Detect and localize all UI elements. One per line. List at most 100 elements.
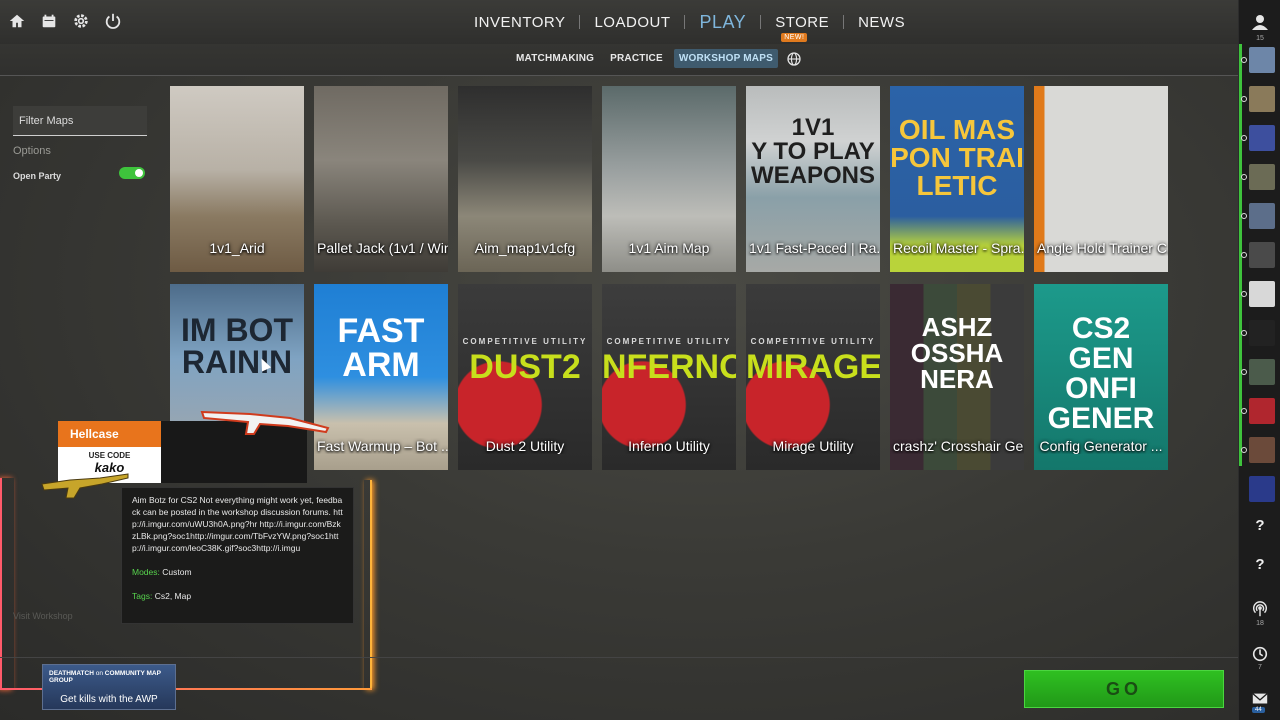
map-title: Recoil Master - Spra... <box>893 240 1024 256</box>
friend-status-dot <box>1241 174 1247 180</box>
map-tile[interactable]: CS2 GEN ONFI GENER Config Generator ... <box>1034 284 1168 470</box>
friends-button[interactable]: 15 <box>1251 14 1269 42</box>
overlay-frame-right <box>364 480 372 690</box>
map-title: crashz' Crosshair Ge... <box>893 438 1024 454</box>
map-tile[interactable]: Aim_map1v1cfg <box>458 86 592 272</box>
friend-avatar[interactable] <box>1249 125 1275 151</box>
friend-avatar[interactable] <box>1249 47 1275 73</box>
map-title: Pallet Jack (1v1 / Win... <box>317 240 448 256</box>
event-subtitle: Get kills with the AWP <box>60 694 158 705</box>
sub-nav: MATCHMAKING PRACTICE WORKSHOP MAPS <box>0 44 1238 76</box>
nav-inventory[interactable]: INVENTORY <box>472 14 567 31</box>
bottom-divider <box>0 657 1238 658</box>
friend-avatar[interactable] <box>1249 86 1275 112</box>
map-tile[interactable]: COMPETITIVE UTILITY DUST2 Dust 2 Utility <box>458 284 592 470</box>
map-tile[interactable]: OIL MAS PON TRAI LETIC Recoil Master - Sp… <box>890 86 1024 272</box>
friends-count: 15 <box>1256 35 1264 42</box>
nav-news[interactable]: NEWS <box>856 14 907 31</box>
tab-workshop-maps[interactable]: WORKSHOP MAPS <box>673 49 778 68</box>
friend-avatar[interactable] <box>1249 359 1275 385</box>
map-tile[interactable]: Angle Hold Trainer C... <box>1034 86 1168 272</box>
map-tile[interactable]: ASHZ OSSHA NERA crashz' Crosshair Ge... <box>890 284 1024 470</box>
friend-status-dot <box>1241 369 1247 375</box>
visit-workshop-link[interactable]: Visit Workshop <box>13 611 73 621</box>
open-party-toggle[interactable] <box>119 167 145 179</box>
map-title: Fast Warmup – Bot ... <box>317 438 448 454</box>
nav-store-label: STORE <box>775 13 830 31</box>
map-art-text: ASHZ OSSHA NERA <box>910 314 1004 392</box>
top-icons <box>8 12 122 30</box>
map-title: Inferno Utility <box>628 438 710 454</box>
tab-matchmaking[interactable]: MATCHMAKING <box>511 49 599 68</box>
tab-practice[interactable]: PRACTICE <box>605 49 668 68</box>
open-party-label: Open Party <box>13 171 62 181</box>
map-art-subtitle: COMPETITIVE UTILITY <box>606 338 732 346</box>
friend-avatar[interactable] <box>1249 281 1275 307</box>
friend-avatar[interactable] <box>1249 164 1275 190</box>
map-title: Dust 2 Utility <box>485 438 565 454</box>
map-tile[interactable]: 1v1 Aim Map <box>602 86 736 272</box>
event-on: on <box>95 670 103 677</box>
globe-icon[interactable] <box>786 51 802 67</box>
tags-label: Tags: <box>132 591 153 601</box>
nav-play[interactable]: PLAY <box>697 12 748 33</box>
map-tile[interactable]: COMPETITIVE UTILITY NFERNO Inferno Utility <box>602 284 736 470</box>
map-art-text: IM BOT RAININ <box>181 314 293 378</box>
mail-icon[interactable] <box>1251 690 1269 708</box>
friend-status-dot <box>1241 213 1247 219</box>
map-art-text: MIRAGE <box>746 350 880 384</box>
friend-avatar[interactable] <box>1249 476 1275 502</box>
map-art-text: DUST2 <box>469 350 581 384</box>
overlay-frame-left <box>0 478 14 690</box>
friend-status-dot <box>1241 447 1247 453</box>
friend-avatar[interactable] <box>1249 203 1275 229</box>
map-art-text: 1V1 Y TO PLAY WEAPONS <box>750 116 875 188</box>
use-code-label: USE CODE <box>88 451 131 460</box>
calendar-icon[interactable] <box>40 12 58 30</box>
power-icon[interactable] <box>104 12 122 30</box>
map-tile[interactable]: Pallet Jack (1v1 / Win... <box>314 86 448 272</box>
gear-icon[interactable] <box>72 12 90 30</box>
friends-sidebar: 15 ? ? 18 7 44 <box>1238 0 1280 720</box>
map-art-text: NFERNO <box>602 350 736 384</box>
go-button[interactable]: GO <box>1024 670 1224 708</box>
friend-avatar[interactable] <box>1249 320 1275 346</box>
broadcast-icon[interactable] <box>1251 600 1269 618</box>
nav-store[interactable]: STORE NEW! <box>773 13 831 42</box>
friend-status-dot <box>1241 252 1247 258</box>
tooltip-description: Aim Botz for CS2 Not everything might wo… <box>132 495 343 553</box>
new-badge: NEW! <box>781 32 808 42</box>
history-icon[interactable] <box>1251 645 1269 663</box>
map-title: Angle Hold Trainer C... <box>1037 240 1168 256</box>
nav-loadout[interactable]: LOADOUT <box>592 14 672 31</box>
map-art-subtitle: COMPETITIVE UTILITY <box>462 338 588 346</box>
help-button[interactable]: ? <box>1251 556 1269 573</box>
map-tile[interactable]: FAST ARM Fast Warmup – Bot ... <box>314 284 448 470</box>
friend-status-dot <box>1241 291 1247 297</box>
nav-divider <box>684 15 686 29</box>
event-title: DEATHMATCH on COMMUNITY MAP GROUP <box>49 670 175 684</box>
rifle-graphic <box>41 473 129 499</box>
map-tooltip: Aim Botz for CS2 Not everything might wo… <box>121 487 354 624</box>
top-bar: INVENTORY LOADOUT PLAY STORE NEW! NEWS <box>0 0 1238 44</box>
map-title: Aim_map1v1cfg <box>474 240 576 256</box>
home-icon[interactable] <box>8 12 26 30</box>
friend-avatar[interactable] <box>1249 437 1275 463</box>
friend-avatar[interactable] <box>1249 242 1275 268</box>
map-title: Config Generator ... <box>1039 438 1163 454</box>
map-tile[interactable]: 1v1_Arid <box>170 86 304 272</box>
map-title: 1v1 Fast-Paced | Ra... <box>749 240 880 256</box>
map-art-subtitle: COMPETITIVE UTILITY <box>750 338 876 346</box>
open-party-row: Open Party <box>13 166 147 181</box>
map-title: Mirage Utility <box>772 438 854 454</box>
map-title: 1v1 Aim Map <box>628 240 710 256</box>
event-card[interactable]: DEATHMATCH on COMMUNITY MAP GROUP Get ki… <box>42 664 176 710</box>
map-tile[interactable]: COMPETITIVE UTILITY MIRAGE Mirage Utility <box>746 284 880 470</box>
options-heading: Options <box>13 145 51 157</box>
friend-avatar[interactable] <box>1249 398 1275 424</box>
filter-maps-input[interactable] <box>13 106 147 136</box>
map-tile[interactable]: 1V1 Y TO PLAY WEAPONS 1v1 Fast-Paced | Ra… <box>746 86 880 272</box>
friend-status-dot <box>1241 408 1247 414</box>
help-button[interactable]: ? <box>1251 517 1269 534</box>
main-nav: INVENTORY LOADOUT PLAY STORE NEW! NEWS <box>472 0 907 44</box>
